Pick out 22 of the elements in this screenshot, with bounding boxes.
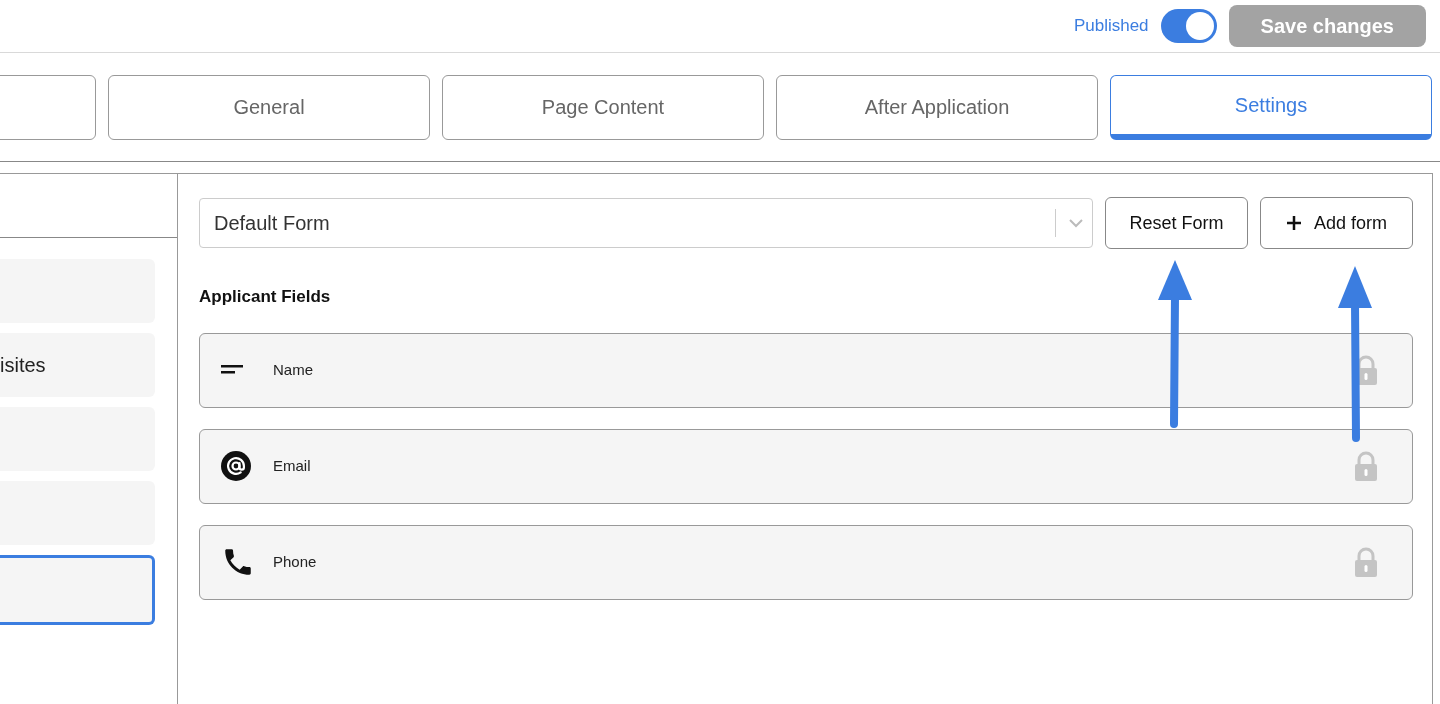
form-field-row[interactable]: Email — [199, 428, 1413, 504]
chevron-down-icon — [1068, 218, 1084, 228]
tab[interactable]: After Application — [776, 74, 1098, 140]
sidebar-item[interactable] — [0, 555, 155, 625]
reset-form-button[interactable]: Reset Form — [1105, 197, 1248, 249]
plus-icon — [1286, 215, 1302, 231]
field-label: Email — [273, 455, 312, 476]
sidebar-item[interactable]: isites — [0, 333, 155, 397]
short-text-icon — [221, 365, 243, 375]
section-title: Applicant Fields — [199, 286, 332, 308]
tab[interactable]: General — [108, 74, 430, 140]
field-label: Name — [273, 359, 314, 380]
status-label: Published — [1073, 15, 1149, 38]
form-field-row[interactable]: Name — [199, 332, 1413, 408]
tab[interactable]: Settings — [1110, 74, 1432, 140]
field-label: Phone — [273, 551, 318, 572]
form-field-row[interactable]: Phone — [199, 524, 1413, 600]
form-dropdown[interactable]: Default Form — [199, 198, 1093, 248]
tab[interactable]: Page Content — [442, 74, 764, 140]
at-sign-icon — [221, 451, 251, 481]
published-toggle[interactable] — [1160, 9, 1217, 43]
add-form-button[interactable]: Add form — [1260, 197, 1413, 249]
